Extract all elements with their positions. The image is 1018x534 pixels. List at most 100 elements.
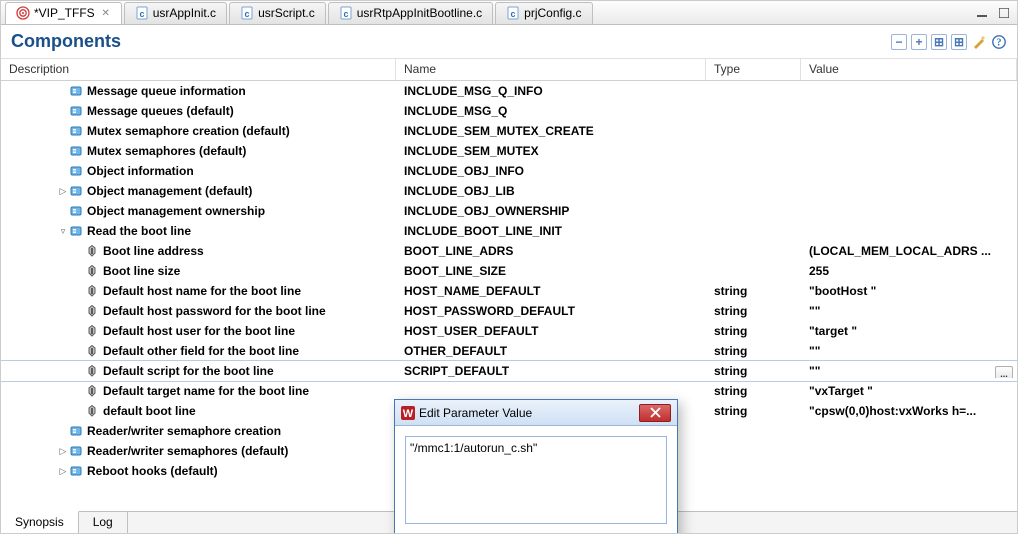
row-description: Default host user for the boot line <box>103 324 295 338</box>
c-file-icon: c <box>506 6 520 20</box>
tree-row[interactable]: Default host name for the boot lineHOST_… <box>1 281 1017 301</box>
svg-text:c: c <box>511 9 516 19</box>
tree-row[interactable]: Message queue informationINCLUDE_MSG_Q_I… <box>1 81 1017 101</box>
component-icon <box>69 464 83 478</box>
row-type: string <box>706 344 801 358</box>
tab-label: prjConfig.c <box>524 6 581 20</box>
tab-label: usrRtpAppInitBootline.c <box>357 6 482 20</box>
maximize-button[interactable] <box>995 4 1013 22</box>
row-name: INCLUDE_OBJ_OWNERSHIP <box>396 204 706 218</box>
expand-button-3[interactable]: ⊞ <box>951 34 967 50</box>
tree-row[interactable]: ▿ Read the boot line INCLUDE_BOOT_LINE_INI… <box>1 221 1017 241</box>
help-button[interactable]: ? <box>991 34 1007 50</box>
row-name: SCRIPT_DEFAULT <box>396 364 706 378</box>
row-name: INCLUDE_OBJ_INFO <box>396 164 706 178</box>
bottom-tab[interactable]: Log <box>79 512 128 533</box>
tree-row[interactable]: Object management ownership INCLUDE_OBJ_O… <box>1 201 1017 221</box>
expand-toggle[interactable]: ▷ <box>57 186 69 197</box>
bottom-tab[interactable]: Synopsis <box>1 511 79 533</box>
col-header-name[interactable]: Name <box>396 59 706 80</box>
row-value: 255 <box>801 264 1017 278</box>
tree-row[interactable]: ▷Object management (default)INCLUDE_OBJ_… <box>1 181 1017 201</box>
editor-tab[interactable]: cusrRtpAppInitBootline.c <box>328 2 493 24</box>
expand-toggle[interactable]: ▷ <box>57 466 69 477</box>
row-name: HOST_NAME_DEFAULT <box>396 284 706 298</box>
row-name: BOOT_LINE_SIZE <box>396 264 706 278</box>
expand-button-2[interactable]: ⊞ <box>931 34 947 50</box>
parameter-icon <box>85 384 99 398</box>
tree-row[interactable]: Default script for the boot line SCRIPT_D… <box>1 361 1017 381</box>
row-description: Reboot hooks (default) <box>87 464 218 478</box>
row-value: "target " <box>801 324 1017 338</box>
row-name: INCLUDE_BOOT_LINE_INIT <box>396 224 706 238</box>
col-header-type[interactable]: Type <box>706 59 801 80</box>
component-icon <box>69 184 83 198</box>
row-description: Default other field for the boot line <box>103 344 299 358</box>
wizard-button[interactable] <box>971 34 987 50</box>
collapse-all-button[interactable]: − <box>891 34 907 50</box>
editor-tab[interactable]: cusrAppInit.c <box>124 2 227 24</box>
row-type: string <box>706 324 801 338</box>
close-icon[interactable]: ✕ <box>101 8 111 18</box>
col-header-description[interactable]: Description <box>1 59 396 80</box>
dialog-close-button[interactable] <box>639 404 671 422</box>
tree-row[interactable]: Mutex semaphores (default)INCLUDE_SEM_MU… <box>1 141 1017 161</box>
edit-parameter-dialog: W Edit Parameter Value <box>394 399 678 534</box>
col-header-value[interactable]: Value <box>801 59 1017 80</box>
browse-button[interactable]: ... <box>995 366 1013 378</box>
row-value: ""... <box>801 364 1017 378</box>
component-icon <box>69 124 83 138</box>
editor-tab[interactable]: cusrScript.c <box>229 2 326 24</box>
row-name: INCLUDE_MSG_Q <box>396 104 706 118</box>
row-value: "cpsw(0,0)host:vxWorks h=... <box>801 404 1017 418</box>
row-value: "vxTarget " <box>801 384 1017 398</box>
target-icon <box>16 6 30 20</box>
row-description: Boot line address <box>103 244 204 258</box>
row-description: Message queues (default) <box>87 104 234 118</box>
editor-tab-strip: *VIP_TFFS✕cusrAppInit.ccusrScript.ccusrR… <box>1 1 1017 25</box>
tree-row[interactable]: Boot line addressBOOT_LINE_ADRS(LOCAL_ME… <box>1 241 1017 261</box>
tab-label: *VIP_TFFS <box>34 6 95 20</box>
tree-row[interactable]: Default other field for the boot lineOTH… <box>1 341 1017 361</box>
parameter-icon <box>85 244 99 258</box>
parameter-icon <box>85 264 99 278</box>
tree-row[interactable]: Object information INCLUDE_OBJ_INFO <box>1 161 1017 181</box>
dialog-title-bar[interactable]: W Edit Parameter Value <box>395 400 677 426</box>
row-description: Reader/writer semaphores (default) <box>87 444 288 458</box>
parameter-value-textarea[interactable] <box>405 436 667 524</box>
row-name: HOST_PASSWORD_DEFAULT <box>396 304 706 318</box>
row-name: INCLUDE_MSG_Q_INFO <box>396 84 706 98</box>
expand-button-1[interactable]: + <box>911 34 927 50</box>
component-icon <box>69 84 83 98</box>
tree-row[interactable]: Message queues (default) INCLUDE_MSG_Q <box>1 101 1017 121</box>
svg-text:c: c <box>245 9 250 19</box>
row-type: string <box>706 364 801 378</box>
row-description: Object management ownership <box>87 204 265 218</box>
row-name: INCLUDE_SEM_MUTEX <box>396 144 706 158</box>
tree-row[interactable]: Boot line size BOOT_LINE_SIZE 255 <box>1 261 1017 281</box>
row-description: Object information <box>87 164 194 178</box>
tree-row[interactable]: Mutex semaphore creation (default)INCLUD… <box>1 121 1017 141</box>
row-description: Object management (default) <box>87 184 252 198</box>
row-description: Default target name for the boot line <box>103 384 309 398</box>
tab-label: usrAppInit.c <box>153 6 216 20</box>
row-type: string <box>706 304 801 318</box>
tree-row[interactable]: Default target name for the boot linestr… <box>1 381 1017 401</box>
expand-toggle[interactable]: ▿ <box>57 226 69 237</box>
parameter-icon <box>85 344 99 358</box>
tree-row[interactable]: Default host user for the boot line HOST_… <box>1 321 1017 341</box>
component-icon <box>69 444 83 458</box>
component-icon <box>69 424 83 438</box>
row-description: Default script for the boot line <box>103 364 274 378</box>
minimize-button[interactable] <box>973 4 991 22</box>
row-value: "" <box>801 344 1017 358</box>
expand-toggle[interactable]: ▷ <box>57 446 69 457</box>
editor-tab[interactable]: c prjConfig.c <box>495 2 592 24</box>
row-description: Boot line size <box>103 264 180 278</box>
section-header: Components − + ⊞ ⊞ ? <box>1 25 1017 59</box>
row-description: Read the boot line <box>87 224 191 238</box>
parameter-icon <box>85 404 99 418</box>
editor-tab[interactable]: *VIP_TFFS ✕ <box>5 2 122 24</box>
row-name: HOST_USER_DEFAULT <box>396 324 706 338</box>
tree-row[interactable]: Default host password for the boot lineH… <box>1 301 1017 321</box>
